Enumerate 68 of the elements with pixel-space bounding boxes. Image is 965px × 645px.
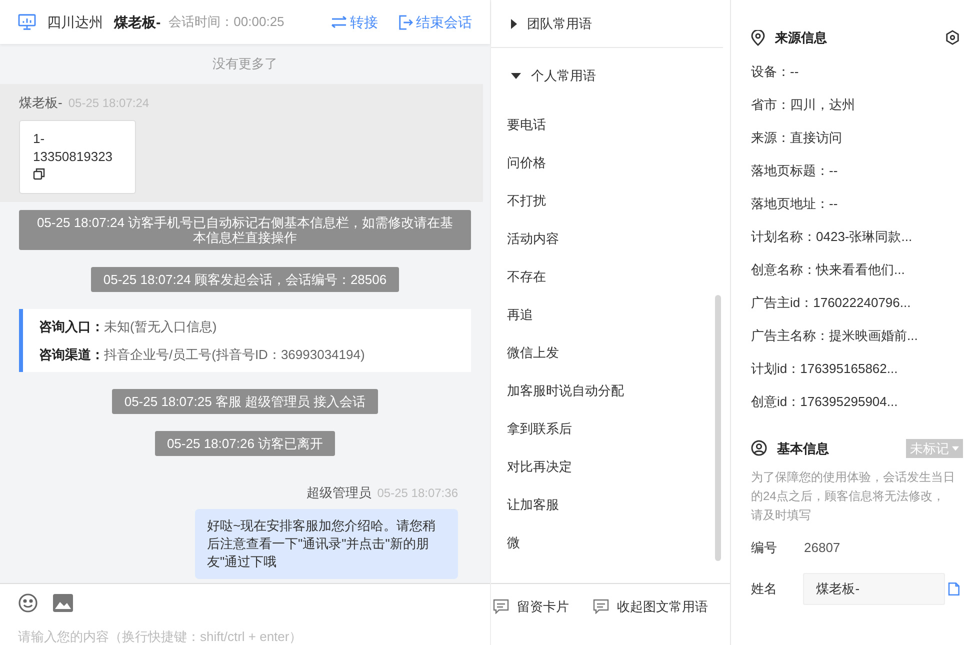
notice-text: 为了保障您的使用体验，会话发生当日的24点之后，顾客信息将无法修改，请及时填写 xyxy=(751,469,955,524)
caret-down-icon xyxy=(511,73,521,79)
info-row-text: 广告主名称：提米映画婚前... xyxy=(751,327,919,346)
phrase-item[interactable]: 问价格 xyxy=(491,144,723,182)
field-label: 姓名 xyxy=(751,580,778,598)
section-title: 来源信息 xyxy=(775,29,827,47)
field-label: 咨询入口： xyxy=(39,318,104,336)
info-row-text: 设备：-- xyxy=(751,63,800,82)
sender-name: 超级管理员 xyxy=(306,484,372,502)
phrase-item[interactable]: 微信上发 xyxy=(491,334,723,372)
document-icon[interactable] xyxy=(948,582,960,596)
settings-icon[interactable] xyxy=(945,30,960,46)
system-notice: 05-25 18:07:24 访客手机号已自动标记右侧基本信息栏，如需修改请在基本信息栏直接操作 xyxy=(19,210,471,250)
caret-right-icon xyxy=(511,18,517,28)
copy-icon[interactable] xyxy=(33,168,45,180)
system-notice: 05-25 18:07:24 顾客发起会话，会话编号：28506 xyxy=(91,267,399,292)
session-timer: 会话时间：00:00:25 xyxy=(168,13,284,32)
field-value: 26807 xyxy=(804,539,840,558)
collapse-phrases-button[interactable]: 收起图文常用语 xyxy=(593,597,708,616)
info-row-text: 创意名称：快来看看他们... xyxy=(751,261,906,280)
no-more-notice: 没有更多了 xyxy=(212,55,278,73)
message-icon xyxy=(593,599,609,614)
lead-card-button[interactable]: 留资卡片 xyxy=(493,597,569,616)
info-row-text: 创意id：176395295904... xyxy=(751,393,899,412)
field-label: 编号 xyxy=(751,539,778,558)
monitor-icon xyxy=(18,14,36,30)
location-text: 四川达州 xyxy=(47,12,103,32)
phrase-item[interactable]: 再追 xyxy=(491,296,723,334)
image-icon[interactable] xyxy=(53,594,73,612)
phrase-group-header[interactable]: 团队常用语 xyxy=(491,0,723,48)
info-row-text: 来源：直接访问 xyxy=(751,129,843,148)
info-row-text: 省市：四川，达州 xyxy=(751,96,856,114)
info-row-text: 计划名称：0423-张琳同款... xyxy=(751,228,914,246)
swap-arrows-icon xyxy=(331,16,347,28)
info-row-text: 计划id：176395165862... xyxy=(751,360,899,378)
location-pin-icon xyxy=(751,30,765,46)
info-row-text: 落地页地址：-- xyxy=(751,195,839,214)
phrase-item[interactable]: 加客服时说自动分配 xyxy=(491,372,723,410)
message-bubble: 好哒~现在安排客服加您介绍哈。请您稍后注意查看一下"通讯录"并点击"新的朋友"通过下哦 xyxy=(195,508,458,578)
message-icon xyxy=(493,599,509,614)
info-row-text: 落地页标题：-- xyxy=(751,162,839,180)
user-icon xyxy=(751,440,767,456)
system-notice: 05-25 18:07:26 访客已离开 xyxy=(154,431,336,456)
name-input[interactable]: 煤老板- xyxy=(803,573,946,605)
field-value: 抖音企业号/员工号(抖音号ID：36993034194) xyxy=(104,346,365,364)
visitor-name: 煤老板- xyxy=(114,12,161,32)
phrase-item[interactable]: 拿到联系后 xyxy=(491,410,723,448)
emoji-icon[interactable] xyxy=(18,593,38,613)
section-title: 基本信息 xyxy=(777,440,829,458)
phrase-item[interactable]: 对比再决定 xyxy=(491,448,723,486)
sender-name: 煤老板- xyxy=(19,94,62,112)
caret-down-icon xyxy=(952,446,959,451)
system-notice: 05-25 18:07:25 客服 超级管理员 接入会话 xyxy=(112,389,378,414)
phrase-item[interactable]: 不存在 xyxy=(491,258,723,296)
message-input[interactable]: 请输入您的内容（换行快捷键：shift/ctrl + enter） xyxy=(18,627,472,645)
phrase-item[interactable]: 要电话 xyxy=(491,106,723,144)
phone-number: 1-13350819323 xyxy=(33,131,113,164)
phrase-item[interactable]: 让加客服 xyxy=(491,486,723,524)
phrase-item[interactable]: 微 xyxy=(491,524,723,562)
phrase-item[interactable]: 活动内容 xyxy=(491,220,723,258)
phrase-group-header[interactable]: 个人常用语 xyxy=(491,52,723,100)
phrase-item[interactable]: 不打扰 xyxy=(491,182,723,220)
info-row-text: 广告主id：176022240796... xyxy=(751,294,912,312)
exit-icon xyxy=(398,14,413,30)
message-time: 05-25 18:07:36 xyxy=(377,485,458,502)
field-label: 咨询渠道： xyxy=(39,346,104,364)
field-value: 未知(暂无入口信息) xyxy=(104,318,217,336)
scrollbar-thumb[interactable] xyxy=(715,295,721,561)
